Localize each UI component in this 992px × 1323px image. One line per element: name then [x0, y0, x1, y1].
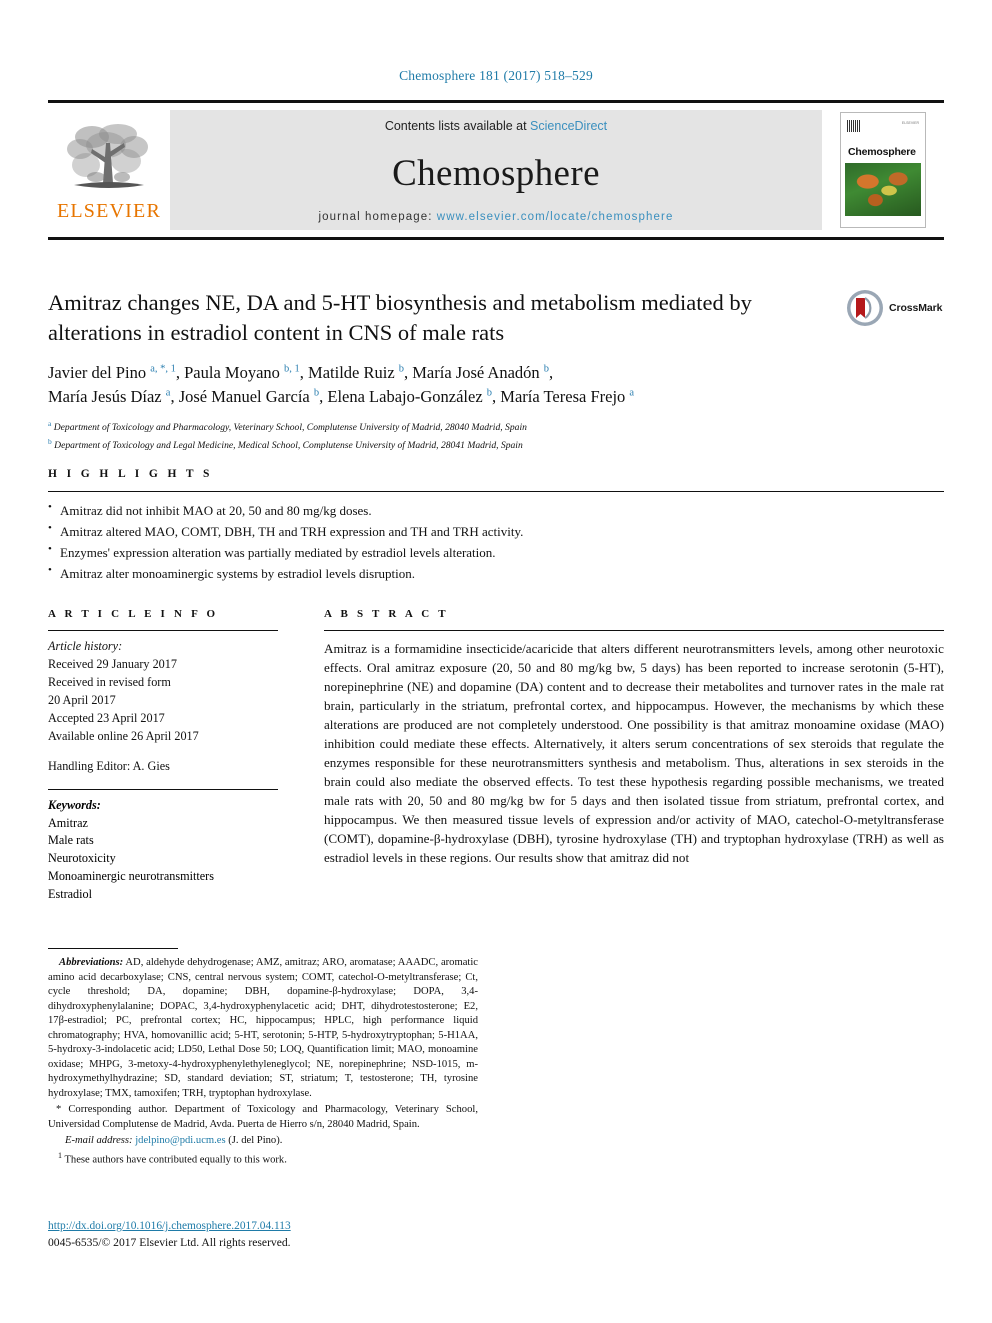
journal-cover-thumbnail: ELSEVIER Chemosphere [822, 103, 944, 237]
article-info-heading: A R T I C L E I N F O [48, 608, 219, 620]
affiliation-item: b Department of Toxicology and Legal Med… [48, 436, 838, 454]
affiliation-mark: a [48, 419, 52, 429]
keyword-item: Monoaminergic neurotransmitters [48, 869, 214, 884]
list-item: Enzymes' expression alteration was parti… [48, 541, 944, 563]
author-affil-marks: a [165, 387, 171, 399]
doi-link[interactable]: http://dx.doi.org/10.1016/j.chemosphere.… [48, 1220, 291, 1232]
author-name: María José Anadón [412, 363, 540, 383]
author-affil-marks: b [543, 363, 550, 375]
email-link[interactable]: jdelpino@pdi.ucm.es [135, 1135, 225, 1146]
cover-thumb: ELSEVIER Chemosphere [840, 112, 926, 228]
crossmark-badge-container[interactable]: CrossMark [845, 288, 942, 328]
running-head: Chemosphere 181 (2017) 518–529 [399, 68, 593, 83]
title-block: Amitraz changes NE, DA and 5-HT biosynth… [48, 288, 838, 453]
highlights-divider [48, 491, 944, 492]
author-name: María Teresa Frejo [500, 387, 626, 407]
info-abstract-columns: A R T I C L E I N F O Article history: R… [48, 608, 944, 904]
highlights-list: Amitraz did not inhibit MAO at 20, 50 an… [48, 499, 944, 584]
history-item: Received in revised form [48, 674, 171, 689]
footer-block: http://dx.doi.org/10.1016/j.chemosphere.… [48, 1216, 478, 1251]
corresponding-author-text: Corresponding author. Department of Toxi… [48, 1104, 478, 1130]
history-item: 20 April 2017 [48, 692, 116, 707]
author-affil-marks: b [486, 387, 493, 399]
footnote-divider [48, 948, 178, 949]
affiliation-mark: b [48, 436, 52, 446]
affiliation-text: Department of Toxicology and Pharmacolog… [53, 422, 527, 434]
journal-homepage-link[interactable]: www.elsevier.com/locate/chemosphere [437, 211, 674, 223]
keyword-item: Male rats [48, 833, 94, 848]
author-affil-marks: b, 1 [284, 363, 300, 375]
homepage-label: journal homepage: [318, 211, 437, 223]
author-affil-marks: b [313, 387, 320, 399]
abbreviations-text: AD, aldehyde dehydrogenase; AMZ, amitraz… [48, 957, 478, 1099]
history-item: Received 29 January 2017 [48, 656, 177, 671]
copyright-line: 0045-6535/© 2017 Elsevier Ltd. All right… [48, 1235, 291, 1249]
list-item: Amitraz altered MAO, COMT, DBH, TH and T… [48, 520, 944, 542]
elsevier-wordmark: ELSEVIER [56, 200, 162, 222]
masthead-center: Contents lists available at ScienceDirec… [170, 110, 822, 230]
elsevier-tree-icon [67, 124, 148, 188]
cover-publisher-label: ELSEVIER [901, 121, 919, 125]
abbreviations-label: Abbreviations: [59, 957, 124, 968]
email-footnote: E-mail address: jdelpino@pdi.ucm.es (J. … [48, 1134, 478, 1149]
journal-wordmark: Chemosphere [392, 152, 600, 194]
author-name: Javier del Pino [48, 363, 147, 383]
keyword-item: Neurotoxicity [48, 851, 116, 866]
author-affil-marks: a [629, 387, 635, 399]
journal-homepage-line: journal homepage: www.elsevier.com/locat… [319, 211, 674, 223]
article-history-label: Article history: [48, 639, 123, 653]
author-name: Elena Labajo-González [327, 387, 483, 407]
contents-prefix: Contents lists available at [384, 119, 531, 133]
journal-masthead: ELSEVIER Contents lists available at Sci… [48, 100, 944, 240]
author-affil-marks: a, *, 1 [150, 363, 176, 375]
handling-editor: Handling Editor: A. Gies [48, 758, 170, 773]
abbreviations-footnote: Abbreviations: AD, aldehyde dehydrogenas… [48, 956, 478, 1101]
keyword-item: Estradiol [48, 887, 93, 902]
keywords-block: Keywords: Amitraz Male rats Neurotoxicit… [48, 790, 278, 905]
author-affil-marks: b [398, 363, 405, 375]
equal-contribution-text: These authors have contributed equally t… [62, 1154, 287, 1166]
page-title: Amitraz changes NE, DA and 5-HT biosynth… [48, 290, 752, 345]
history-item: Accepted 23 April 2017 [48, 710, 165, 725]
contents-available-line: Contents lists available at ScienceDirec… [385, 119, 607, 133]
abstract-heading: A B S T R A C T [324, 608, 449, 620]
email-suffix: (J. del Pino). [225, 1135, 283, 1146]
article-history: Article history: Received 29 January 201… [48, 631, 278, 776]
list-item: Amitraz alter monoaminergic systems by e… [48, 562, 944, 584]
corresponding-author-footnote: * Corresponding author. Department of To… [48, 1103, 478, 1132]
author-name: Matilde Ruiz [308, 363, 395, 383]
sciencedirect-link[interactable]: ScienceDirect [530, 119, 607, 133]
article-first-page: Chemosphere 181 (2017) 518–529 ELSEVIER … [0, 0, 992, 1323]
barcode-icon [847, 120, 861, 132]
cover-artwork-leaves [845, 163, 921, 216]
abstract-text: Amitraz is a formamidine insecticide/aca… [324, 641, 944, 865]
email-label: E-mail address: [65, 1135, 133, 1146]
crossmark-icon [847, 290, 883, 326]
author-list: Javier del Pino a, *, 1, Paula Moyano b,… [48, 363, 635, 407]
elsevier-logo: ELSEVIER [48, 103, 170, 237]
article-info-column: A R T I C L E I N F O Article history: R… [48, 608, 298, 904]
cover-footer [845, 216, 921, 223]
cover-header: ELSEVIER Chemosphere [845, 117, 921, 163]
equal-contribution-footnote: 1 These authors have contributed equally… [48, 1151, 478, 1168]
footnotes-block: Abbreviations: AD, aldehyde dehydrogenas… [48, 948, 478, 1170]
keyword-item: Amitraz [48, 815, 88, 830]
crossmark-label: CrossMark [889, 302, 943, 314]
author-name: Paula Moyano [184, 363, 280, 383]
history-item: Available online 26 April 2017 [48, 728, 199, 743]
affiliation-item: a Department of Toxicology and Pharmacol… [48, 418, 838, 436]
highlights-section: H I G H L I G H T S Amitraz did not inhi… [48, 468, 944, 584]
affiliation-list: a Department of Toxicology and Pharmacol… [48, 418, 838, 453]
highlights-heading: H I G H L I G H T S [48, 468, 213, 480]
list-item: Amitraz did not inhibit MAO at 20, 50 an… [48, 499, 944, 521]
author-name: José Manuel García [178, 387, 310, 407]
author-name: María Jesús Díaz [48, 387, 162, 407]
keywords-label: Keywords: [48, 797, 101, 812]
affiliation-text: Department of Toxicology and Legal Medic… [54, 439, 523, 451]
cover-journal-title: Chemosphere [848, 146, 916, 158]
abstract-column: A B S T R A C T Amitraz is a formamidine… [298, 608, 944, 904]
